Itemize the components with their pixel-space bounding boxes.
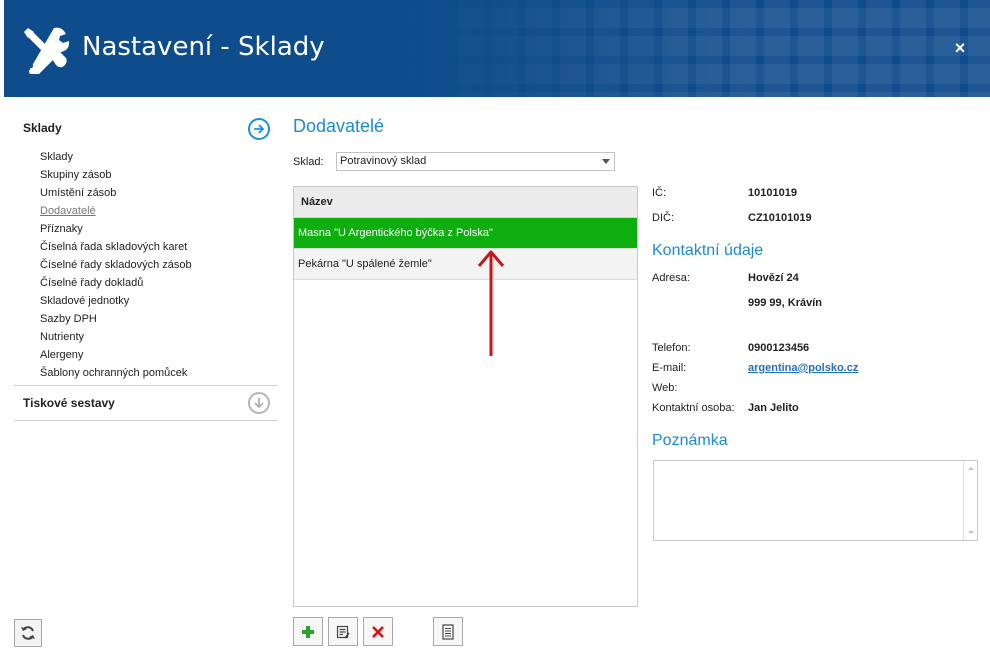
sidebar-section-label: Sklady: [23, 121, 62, 135]
window-header: Nastavení - Sklady ×: [4, 0, 990, 97]
sidebar-divider: [14, 420, 278, 421]
table-row[interactable]: Masna "U Argentického býčka z Polska": [294, 218, 637, 249]
sidebar-item-alergeny[interactable]: Alergeny: [40, 346, 280, 364]
phone-value: 0900123456: [748, 342, 810, 354]
address-line2: 999 99, Krávín: [748, 297, 822, 309]
dic-label: DIČ:: [652, 212, 674, 224]
table-row[interactable]: Pekárna "U spálené žemle": [294, 249, 637, 280]
sidebar-item-nutrienty[interactable]: Nutrienty: [40, 328, 280, 346]
sidebar-nav: Sklady Skupiny zásob Umístění zásob Doda…: [14, 148, 280, 382]
sidebar-item-sablony-pomucek[interactable]: Šablony ochranných pomůcek: [40, 364, 280, 382]
sidebar-section-label: Tiskové sestavy: [23, 396, 115, 410]
note-section-title: Poznámka: [652, 432, 728, 449]
email-label: E-mail:: [652, 362, 687, 374]
scroll-down-icon[interactable]: [968, 531, 974, 534]
sidebar-item-priznaky[interactable]: Příznaky: [40, 220, 280, 238]
note-scrollbar[interactable]: [963, 461, 977, 540]
page-title: Dodavatelé: [293, 116, 385, 136]
sklad-label: Sklad:: [293, 155, 324, 168]
delete-button[interactable]: [363, 617, 393, 646]
address-label: Adresa:: [652, 272, 690, 284]
phone-label: Telefon:: [652, 342, 691, 354]
delete-icon: [372, 625, 384, 638]
sidebar-item-umisteni-zasob[interactable]: Umístění zásob: [40, 184, 280, 202]
email-link[interactable]: argentina@polsko.cz: [748, 362, 858, 374]
sklad-select[interactable]: Potravinový sklad: [336, 152, 615, 171]
address-line1: Hovězí 24: [748, 272, 799, 284]
sidebar-item-sklady[interactable]: Sklady: [40, 148, 280, 166]
close-button[interactable]: ×: [952, 38, 968, 58]
web-label: Web:: [652, 382, 678, 394]
chevron-down-icon: [602, 159, 610, 164]
sidebar-item-sazby-dph[interactable]: Sazby DPH: [40, 310, 280, 328]
contact-person-value: Jan Jelito: [748, 402, 799, 414]
refresh-button[interactable]: [14, 619, 42, 647]
sidebar-item-dodavatele[interactable]: Dodavatelé: [40, 202, 280, 220]
ic-label: IČ:: [652, 187, 667, 199]
sidebar-section-sklady[interactable]: Sklady: [14, 110, 280, 146]
wrench-screwdriver-icon: [24, 27, 70, 74]
sklad-select-value: Potravinový sklad: [340, 155, 427, 167]
edit-button[interactable]: [328, 617, 358, 646]
dic-value: CZ10101019: [748, 212, 812, 224]
refresh-icon: [21, 626, 35, 640]
sidebar-item-ciselna-rada-karet[interactable]: Číselná řada skladových karet: [40, 238, 280, 256]
suppliers-grid: Název Masna "U Argentického býčka z Pols…: [293, 186, 638, 607]
sidebar-item-ciselne-rady-zasob[interactable]: Číselné řady skladových zásob: [40, 256, 280, 274]
document-button[interactable]: [433, 617, 463, 646]
plus-icon: [302, 625, 314, 638]
scroll-up-icon[interactable]: [968, 467, 974, 470]
sidebar-item-ciselne-rady-dokladu[interactable]: Číselné řady dokladů: [40, 274, 280, 292]
header-pattern: [390, 0, 990, 97]
sidebar: Sklady Sklady Skupiny zásob Umístění zás…: [14, 110, 280, 421]
window-title: Nastavení - Sklady: [82, 32, 325, 62]
grid-header-nazev[interactable]: Název: [294, 187, 637, 218]
ic-value: 10101019: [748, 187, 797, 199]
document-icon: [442, 623, 454, 640]
sidebar-section-tiskove-sestavy[interactable]: Tiskové sestavy: [14, 386, 280, 420]
sidebar-item-skupiny-zasob[interactable]: Skupiny zásob: [40, 166, 280, 184]
arrow-right-circle-icon[interactable]: [248, 118, 270, 140]
note-textarea[interactable]: [653, 460, 978, 541]
add-button[interactable]: [293, 617, 323, 646]
edit-icon: [336, 625, 350, 638]
arrow-down-circle-icon[interactable]: [248, 392, 270, 414]
sklad-row: Sklad: Potravinový sklad: [293, 152, 615, 171]
contact-person-label: Kontaktní osoba:: [652, 402, 735, 414]
contact-section-title: Kontaktní údaje: [652, 242, 764, 259]
sidebar-item-skladove-jednotky[interactable]: Skladové jednotky: [40, 292, 280, 310]
